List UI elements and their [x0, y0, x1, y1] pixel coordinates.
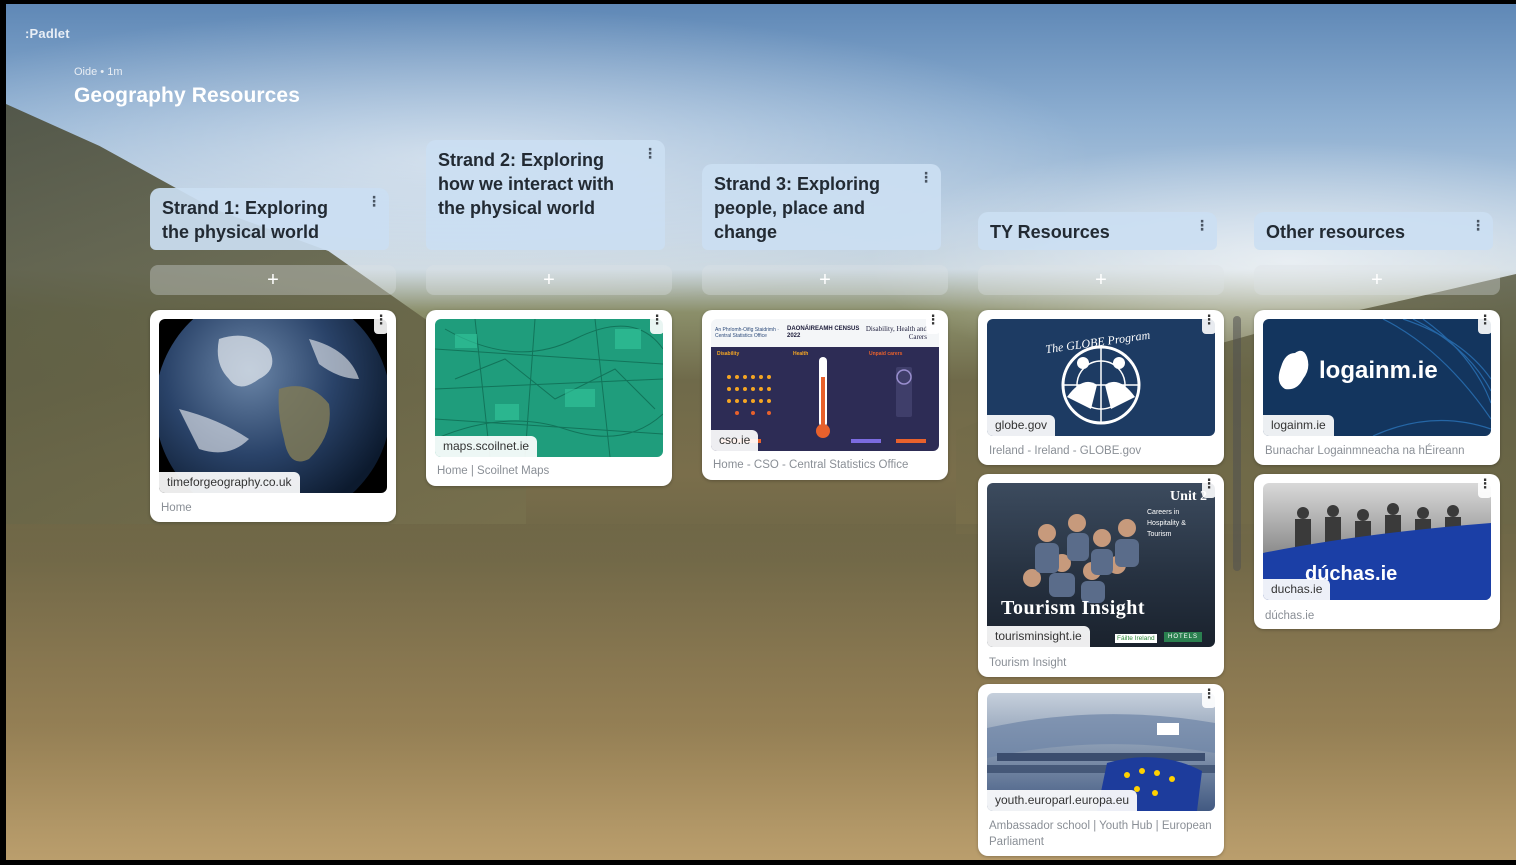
card-domain: tourisminsight.ie	[987, 626, 1090, 647]
card-menu-icon[interactable]: ⋮	[650, 313, 664, 334]
card-subtitle: Bunachar Logainmneacha na hÉireann	[1265, 445, 1465, 457]
card-subtitle: Home - CSO - Central Statistics Office	[713, 459, 909, 471]
card-domain: cso.ie	[711, 430, 759, 451]
card-subtitle: Ireland - Ireland - GLOBE.gov	[989, 445, 1142, 457]
globe-program-image: The GLOBE Program globe.gov	[987, 319, 1215, 436]
card-menu-icon[interactable]: ⋮	[1478, 477, 1492, 498]
card-domain: maps.scoilnet.ie	[435, 436, 538, 457]
column-scrollbar[interactable]	[1233, 316, 1241, 571]
column-header-strand-3[interactable]: Strand 3: Exploring people, place and ch…	[702, 164, 941, 250]
card-menu-icon[interactable]: ⋮	[1202, 477, 1216, 498]
card-domain: duchas.ie	[1263, 579, 1331, 600]
column-title: TY Resources	[990, 222, 1110, 242]
european-parliament-image: youth.europarl.europa.eu	[987, 693, 1215, 811]
column-title: Strand 1: Exploring the physical world	[162, 198, 329, 242]
column-header-strand-1[interactable]: Strand 1: Exploring the physical world ⋮	[150, 188, 389, 250]
map-image: maps.scoilnet.ie	[435, 319, 663, 457]
logainm-image: logainm.ie logainm.ie	[1263, 319, 1491, 436]
column-header-strand-2[interactable]: Strand 2: Exploring how we interact with…	[426, 140, 665, 250]
card-menu-icon[interactable]: ⋮	[1478, 313, 1492, 334]
card-subtitle: Home | Scoilnet Maps	[437, 465, 550, 477]
padlet-logo[interactable]: :Padlet	[25, 26, 70, 41]
post-card-duchas[interactable]: dúchas.ie duchas.ie dúchas.ie ⋮	[1254, 474, 1500, 629]
logainm-wordmark: logainm.ie	[1319, 357, 1438, 384]
column-header-other[interactable]: Other resources ⋮	[1254, 212, 1493, 250]
card-domain: timeforgeography.co.uk	[159, 472, 300, 493]
column-menu-icon[interactable]: ⋮	[1195, 218, 1209, 232]
card-subtitle: dúchas.ie	[1265, 610, 1315, 622]
column-header-ty[interactable]: TY Resources ⋮	[978, 212, 1217, 250]
column-menu-icon[interactable]: ⋮	[367, 194, 381, 208]
column-menu-icon[interactable]: ⋮	[643, 146, 657, 160]
card-subtitle: Tourism Insight	[989, 657, 1067, 669]
add-post-button[interactable]: +	[426, 265, 672, 295]
column-menu-icon[interactable]: ⋮	[1471, 218, 1485, 232]
add-post-button[interactable]: +	[978, 265, 1224, 295]
add-post-button[interactable]: +	[1254, 265, 1500, 295]
post-card-globe[interactable]: The GLOBE Program globe.gov Ireland - Ir…	[978, 310, 1224, 465]
census-label: DAONÁIREAMH CENSUS 2022	[787, 326, 860, 339]
add-post-button[interactable]: +	[702, 265, 948, 295]
card-menu-icon[interactable]: ⋮	[926, 313, 940, 334]
board-meta: Oide • 1m	[74, 66, 123, 78]
failte-ireland-logo: Fáilte Ireland	[1115, 634, 1157, 643]
post-card-logainm[interactable]: logainm.ie logainm.ie Bunachar Logainmne…	[1254, 310, 1500, 465]
board-title[interactable]: Geography Resources	[74, 84, 300, 108]
post-card-timeforgeography[interactable]: timeforgeography.co.uk Home ⋮	[150, 310, 396, 522]
card-subtitle: Home	[161, 502, 192, 514]
card-menu-icon[interactable]: ⋮	[374, 313, 388, 334]
earth-image: timeforgeography.co.uk	[159, 319, 387, 493]
add-post-button[interactable]: +	[150, 265, 396, 295]
tourism-insight-image: Unit 2 Careers in Hospitality & Tourism …	[987, 483, 1215, 647]
card-domain: globe.gov	[987, 415, 1056, 436]
census-infographic-image: An Phríomh-Oifig Staidrimh · Central Sta…	[711, 319, 939, 451]
column-menu-icon[interactable]: ⋮	[919, 170, 933, 184]
post-card-tourism-insight[interactable]: Unit 2 Careers in Hospitality & Tourism …	[978, 474, 1224, 677]
cso-brand: An Phríomh-Oifig Staidrimh · Central Sta…	[715, 327, 779, 339]
duchas-image: dúchas.ie duchas.ie	[1263, 483, 1491, 600]
padlet-board: :Padlet Oide • 1m Geography Resources St…	[6, 4, 1516, 860]
card-domain: youth.europarl.europa.eu	[987, 790, 1138, 811]
hotels-logo: HOTELS	[1164, 632, 1203, 642]
tourism-insight-title: Tourism Insight	[1001, 597, 1146, 619]
card-menu-icon[interactable]: ⋮	[1202, 687, 1216, 708]
infographic-col-carers: Unpaid carers	[869, 351, 903, 357]
card-menu-icon[interactable]: ⋮	[1202, 313, 1216, 334]
infographic-col-disability: Disability	[717, 351, 740, 357]
post-card-scoilnet-maps[interactable]: maps.scoilnet.ie Home | Scoilnet Maps ⋮	[426, 310, 672, 486]
infographic-col-health: Health	[793, 351, 809, 357]
post-card-europarl[interactable]: youth.europarl.europa.eu Ambassador scho…	[978, 684, 1224, 856]
card-domain: logainm.ie	[1263, 415, 1334, 436]
column-title: Strand 3: Exploring people, place and ch…	[714, 174, 881, 242]
tourism-unit-subtitle: Careers in Hospitality & Tourism	[1147, 509, 1186, 538]
card-subtitle: Ambassador school | Youth Hub | European…	[989, 820, 1212, 848]
column-title: Strand 2: Exploring how we interact with…	[438, 150, 615, 218]
post-card-cso[interactable]: An Phríomh-Oifig Staidrimh · Central Sta…	[702, 310, 948, 480]
column-title: Other resources	[1266, 222, 1406, 242]
